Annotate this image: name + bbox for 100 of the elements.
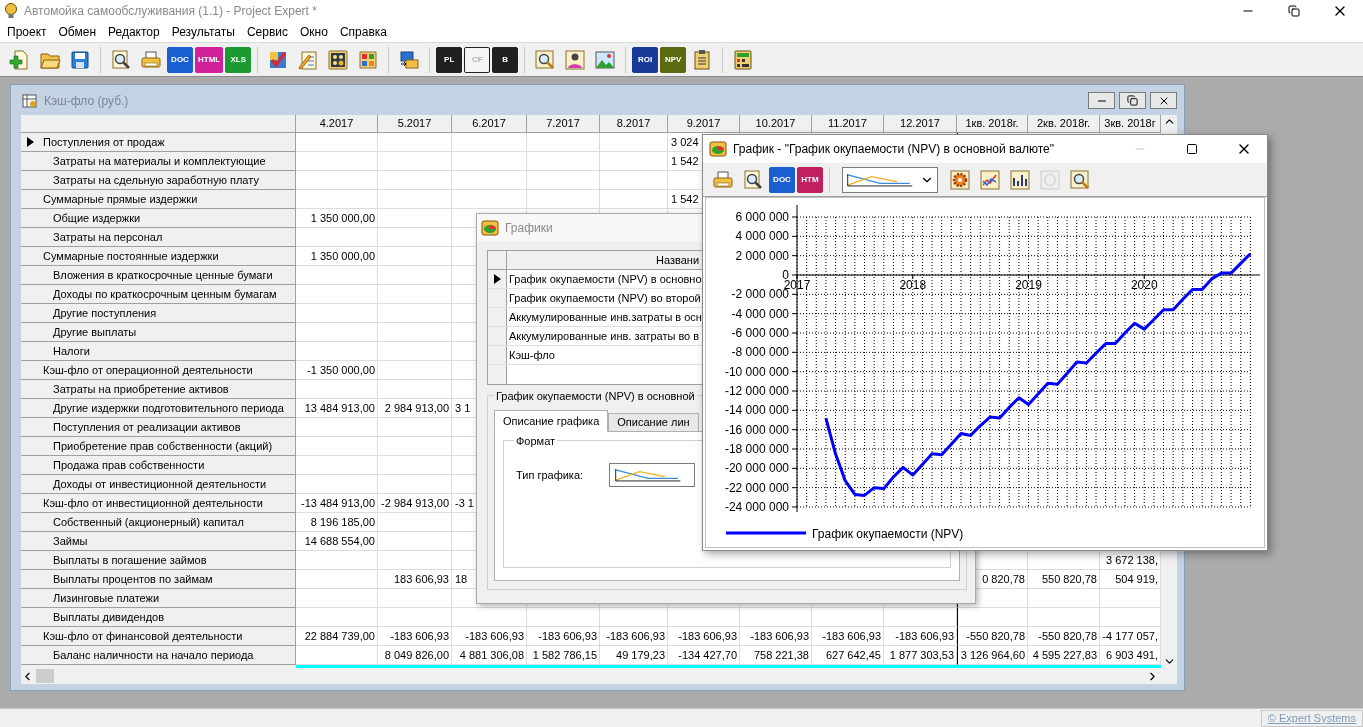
printer-icon	[712, 168, 734, 191]
table-cell	[957, 608, 1028, 627]
menu-item[interactable]: Проект	[1, 22, 53, 42]
axis-tick-label: -24 000 000	[724, 500, 789, 514]
axis-tick-label: -6 000 000	[731, 326, 789, 340]
row-label: Другие издержки подготовительного периода	[53, 400, 284, 416]
column-header: 11.2017	[812, 115, 884, 133]
transfer-arrows-icon	[398, 48, 421, 71]
pie-chart-icon	[709, 141, 727, 157]
text-badge-button[interactable]: HTM	[797, 166, 823, 193]
restore-icon	[1127, 95, 1138, 106]
row-label: Другие выплаты	[53, 324, 137, 340]
table-cell	[600, 608, 668, 627]
axis-tick-label: -16 000 000	[724, 422, 789, 437]
menu-item[interactable]: Редактор	[102, 22, 166, 42]
menu-item[interactable]: Результаты	[165, 22, 241, 42]
text-badge-button[interactable]: HTML	[195, 46, 224, 73]
table-cell: 183 606,93	[378, 570, 452, 589]
row-label: Выплаты дивидендов	[53, 609, 165, 625]
row-label: Затраты на сдельную заработную плату	[53, 172, 259, 188]
table-cell: 13 484 913,00	[296, 399, 378, 418]
row-label: Затраты на приобретение активов	[53, 381, 229, 397]
column-header: 2кв. 2018г.	[1028, 115, 1100, 133]
table-cell	[668, 608, 740, 627]
row-label: Поступления от реализации активов	[53, 419, 241, 435]
axis-tick-label: 2019	[1015, 277, 1042, 292]
chart-list-item[interactable]: Аккумулированные инв. затраты во в	[507, 327, 700, 345]
table-cell: -183 606,93	[452, 627, 527, 646]
landscape-picture-icon	[594, 48, 617, 71]
chart-list-item[interactable]: Кэш-фло	[507, 346, 555, 364]
text-badge-button[interactable]: DOC	[167, 46, 193, 73]
text-badge-button[interactable]: DOC	[769, 166, 795, 193]
chart-type-dropdown[interactable]	[842, 166, 938, 193]
colored-grid-icon	[357, 48, 380, 71]
row-label: Суммарные прямые издержки	[43, 191, 198, 207]
minimize-button[interactable]	[1088, 92, 1115, 109]
row-label: Другие поступления	[53, 305, 157, 321]
chart-list-item[interactable]: Аккумулированные инв.затраты в осн	[507, 308, 702, 326]
axis-tick-label: -14 000 000	[724, 403, 789, 418]
chart-list-item[interactable]: График окупаемости (NPV) во второй	[507, 289, 701, 307]
horizontal-scrollbar[interactable]	[21, 668, 1177, 684]
table-cell: -183 606,93	[668, 627, 740, 646]
new-document-icon	[9, 48, 31, 71]
schedule-icon	[327, 48, 350, 71]
group-title: График окупаемости (NPV) в основной	[494, 388, 697, 405]
maximize-icon	[1186, 143, 1198, 155]
table-cell: 22 884 739,00	[296, 627, 378, 646]
bar-chart-icon	[1009, 168, 1031, 191]
pie-chart-icon	[481, 219, 499, 236]
close-button[interactable]	[1150, 92, 1177, 109]
column-header: 5.2017	[378, 115, 452, 133]
chart-thumbnail-icon	[614, 467, 683, 483]
row-label: Доходы от инвестиционной деятельности	[53, 476, 267, 492]
magnifier-document-icon	[110, 48, 132, 71]
axis-tick-label: 4 000 000	[735, 229, 789, 244]
person-silhouette-icon	[564, 48, 587, 71]
column-header: 8.2017	[600, 115, 668, 133]
row-label: Приобретение прав собственности (акций)	[53, 438, 273, 454]
row-label: Кэш-фло от операционной деятельности	[43, 362, 253, 378]
chart-list-item[interactable]: График окупаемости (NPV) в основно	[507, 270, 702, 288]
table-cell: -183 606,93	[378, 627, 452, 646]
table-cell: 14 688 554,00	[296, 532, 378, 551]
table-cell: -2 984 913,00	[378, 494, 452, 513]
row-label: Налоги	[53, 343, 90, 359]
table-window-icon	[22, 92, 38, 109]
table-cell: -183 606,93	[740, 627, 812, 646]
table-cell: 8 196 185,00	[296, 513, 378, 532]
table-cell	[600, 152, 668, 171]
menu-item[interactable]: Окно	[294, 22, 334, 42]
column-header: 4.2017	[296, 115, 378, 133]
field-label: Тип графика:	[516, 467, 584, 483]
table-cell	[600, 190, 668, 209]
text-badge-button[interactable]: XLS	[225, 46, 252, 73]
text-badge-button[interactable]: B	[492, 46, 519, 73]
tab[interactable]: Описание лин	[608, 413, 699, 432]
axis-tick-label: 2 000 000	[735, 248, 789, 263]
axis-tick-label: -22 000 000	[724, 480, 789, 495]
app-title: Автомойка самообслуживания (1.1) - Project Expert *	[24, 3, 317, 20]
row-label: Продажа прав собственности	[53, 457, 205, 473]
table-cell: -183 606,93	[600, 627, 668, 646]
table-cell	[1028, 608, 1100, 627]
tab[interactable]: Описание графика	[494, 410, 609, 432]
restore-button[interactable]	[1119, 92, 1146, 109]
row-label: Доходы по краткосрочным ценным бумагам	[53, 286, 277, 302]
menu-item[interactable]: Сервис	[240, 22, 294, 42]
cube-icon	[1039, 168, 1061, 191]
column-header: 7.2017	[527, 115, 600, 133]
text-badge-button[interactable]: PL	[436, 46, 463, 73]
scrollbar-thumb[interactable]	[36, 669, 54, 683]
table-cell: -1 350 000,00	[296, 361, 378, 380]
text-badge-button[interactable]: NPV	[660, 46, 687, 73]
table-cell: -550 820,78	[1028, 627, 1100, 646]
chart-thumbnail-icon	[846, 171, 914, 188]
row-label: Затраты на материалы и комплектующие	[53, 153, 266, 169]
chart-type-dropdown[interactable]	[609, 463, 696, 487]
legend-label: График окупаемости (NPV)	[812, 527, 964, 541]
text-badge-button[interactable]: ROI	[632, 46, 659, 73]
magnifier-document-icon	[742, 168, 764, 191]
menu-item[interactable]: Справка	[333, 22, 393, 42]
menu-item[interactable]: Обмен	[52, 22, 103, 42]
